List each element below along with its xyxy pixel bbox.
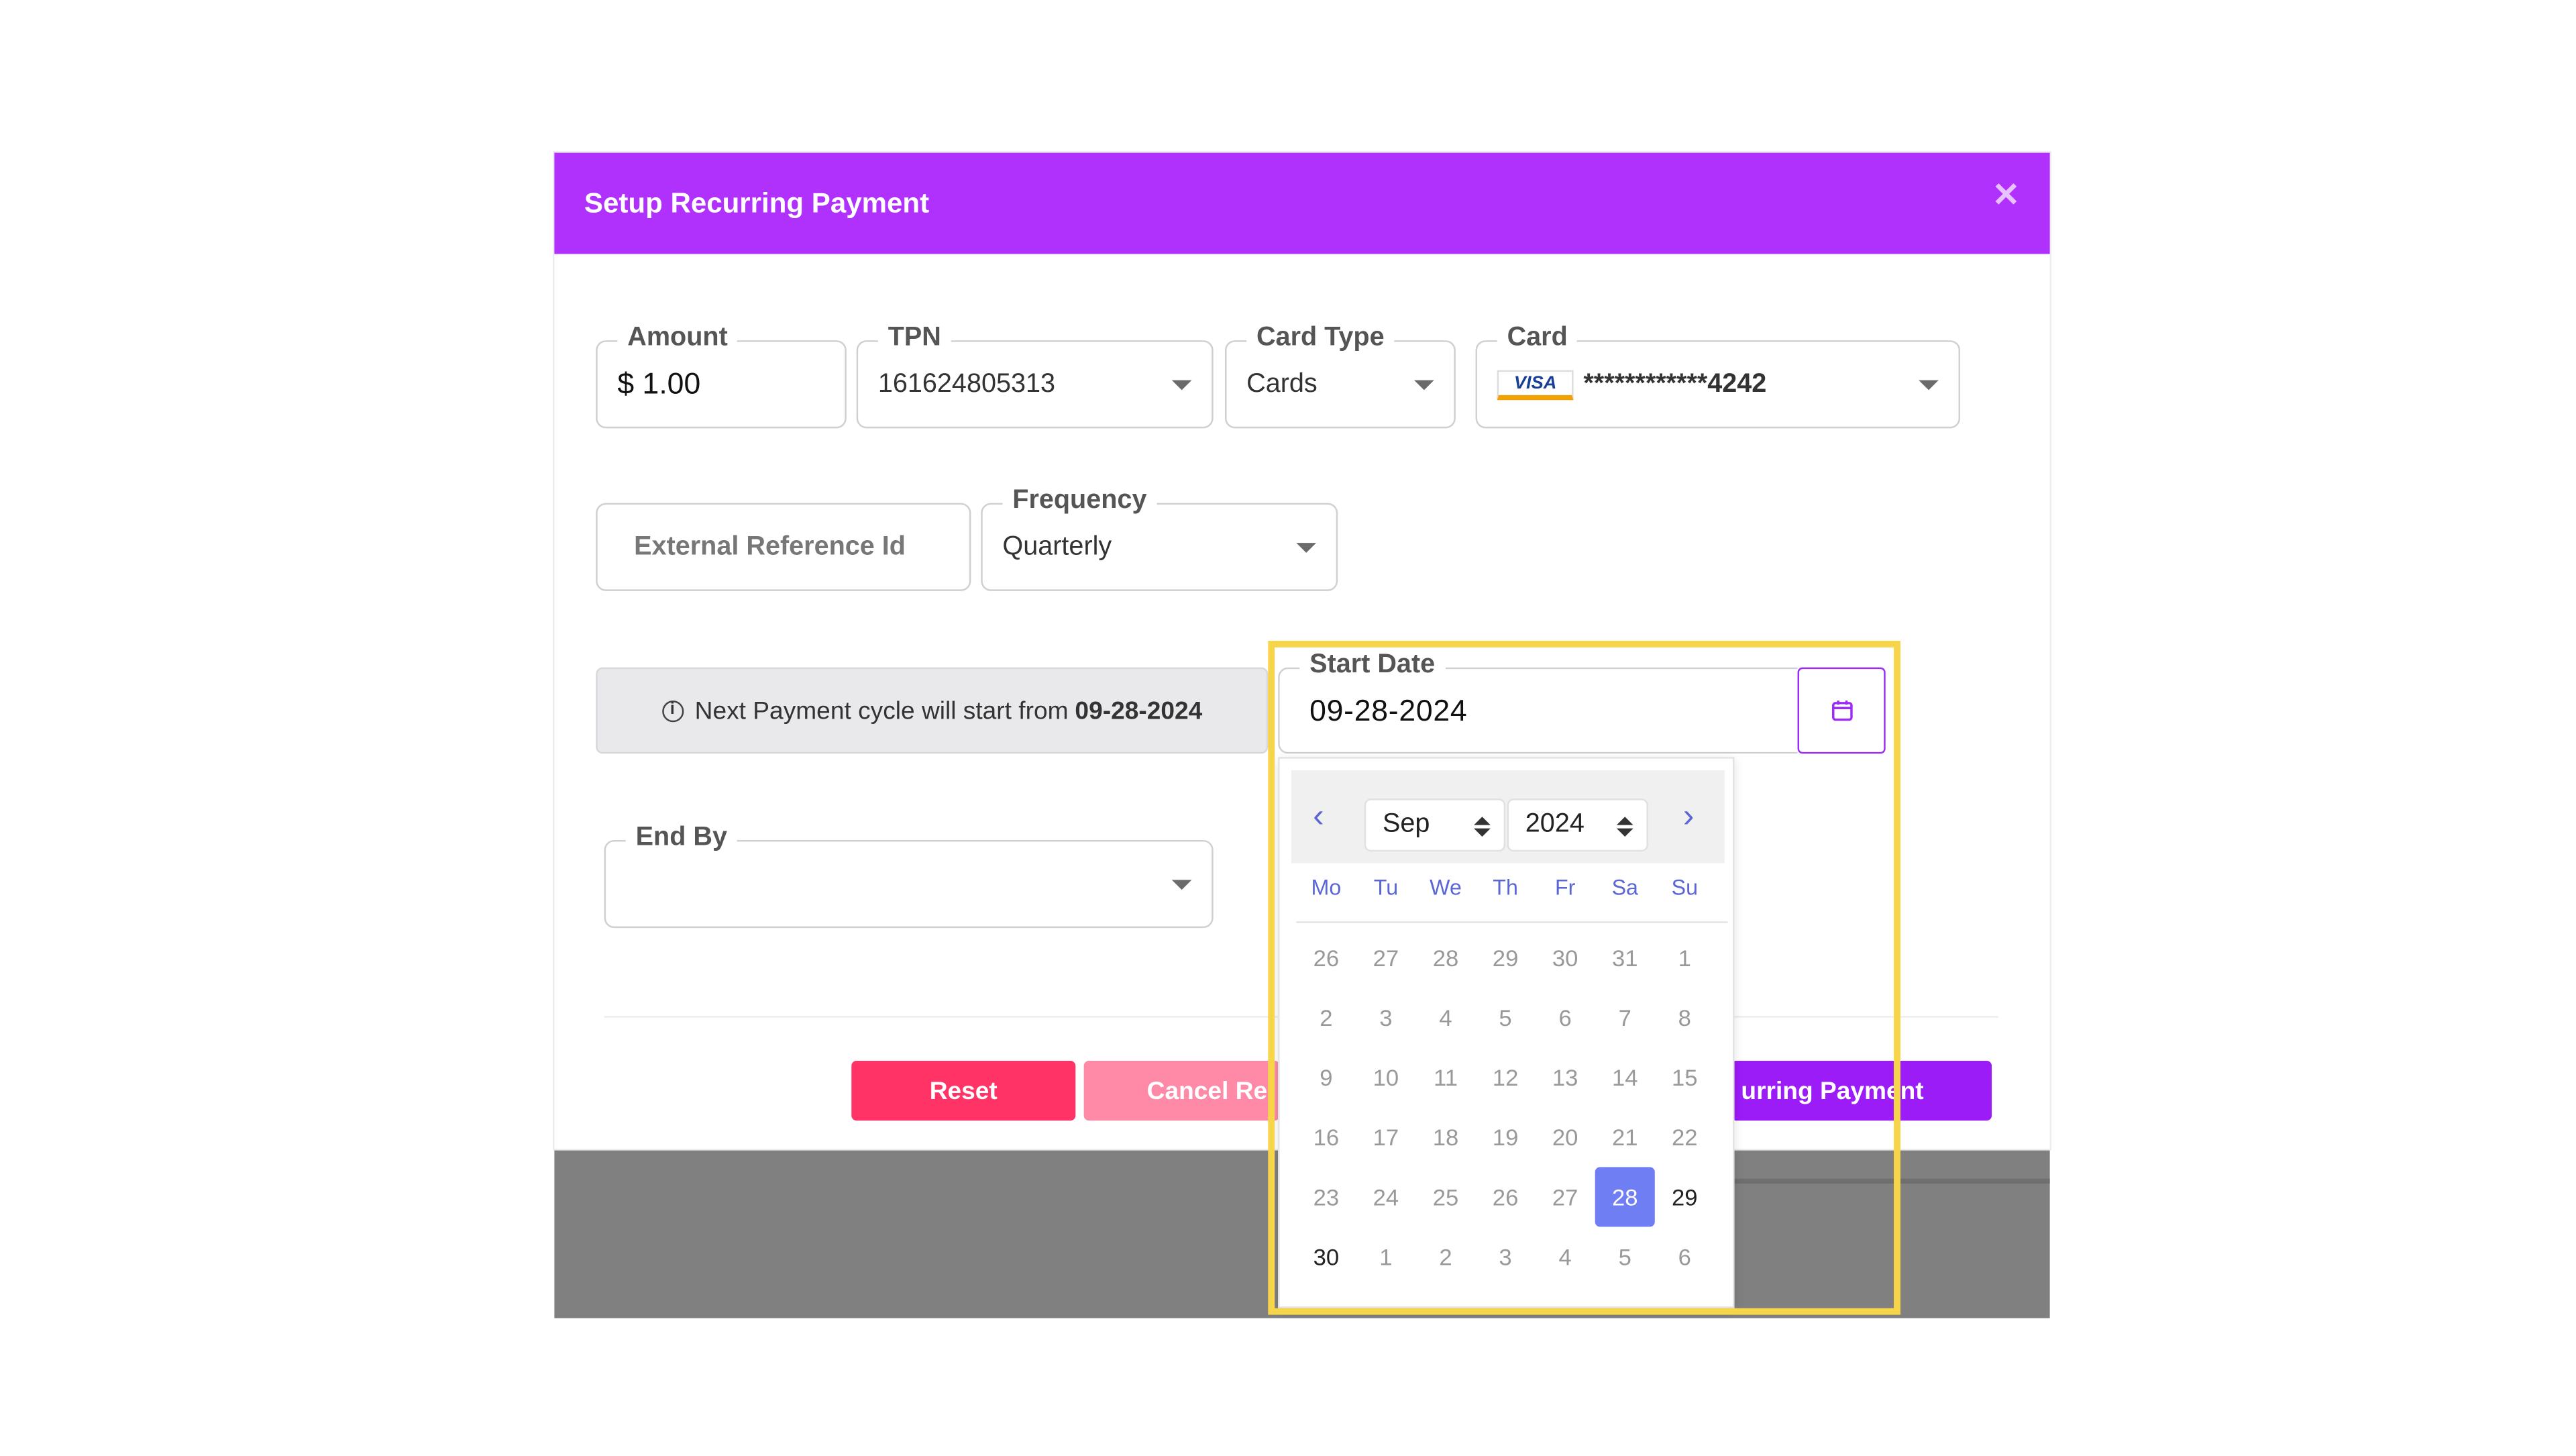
reset-button[interactable]: Reset [851, 1061, 1076, 1121]
next-payment-info: i Next Payment cycle will start from 09-… [596, 667, 1269, 754]
close-icon[interactable]: ✕ [1992, 179, 2020, 212]
chevron-down-icon [1171, 879, 1192, 889]
frequency-value: Quarterly [1002, 531, 1112, 561]
tpn-select[interactable]: TPN 161624805313 [856, 321, 1214, 429]
chevron-down-icon [1919, 379, 1939, 390]
chevron-down-icon [1296, 541, 1317, 552]
info-icon: i [661, 699, 684, 722]
card-select[interactable]: Card VISA ************4242 [1475, 321, 1961, 429]
external-reference-input[interactable]: External Reference Id [596, 503, 971, 591]
chevron-down-icon [1414, 379, 1434, 390]
amount-value: $ 1.00 [617, 366, 701, 401]
visa-logo-icon: VISA [1497, 369, 1574, 400]
tpn-value: 161624805313 [877, 369, 1056, 398]
end-by-select[interactable]: End By [604, 821, 1214, 929]
card-value: VISA ************4242 [1497, 342, 1767, 427]
stage: Setup Recurring Payment ✕ Amount $ 1.00 … [0, 0, 2576, 1456]
highlight-box [1268, 641, 1900, 1315]
modal-header: Setup Recurring Payment ✕ [554, 152, 2050, 254]
end-by-label: End By [625, 821, 737, 855]
modal-title: Setup Recurring Payment [584, 187, 930, 219]
chevron-down-icon [1171, 379, 1192, 390]
card-type-value: Cards [1246, 369, 1318, 398]
card-masked-number: ************4242 [1583, 369, 1767, 398]
external-reference-placeholder: External Reference Id [634, 531, 906, 561]
card-type-select[interactable]: Card Type Cards [1224, 321, 1456, 429]
frequency-select[interactable]: Frequency Quarterly [981, 484, 1338, 591]
info-text: Next Payment cycle will start from [694, 696, 1069, 725]
amount-field[interactable]: Amount $ 1.00 [596, 321, 847, 429]
info-date: 09-28-2024 [1075, 696, 1203, 725]
cancel-recurring-button[interactable]: Cancel Re [1083, 1061, 1280, 1121]
